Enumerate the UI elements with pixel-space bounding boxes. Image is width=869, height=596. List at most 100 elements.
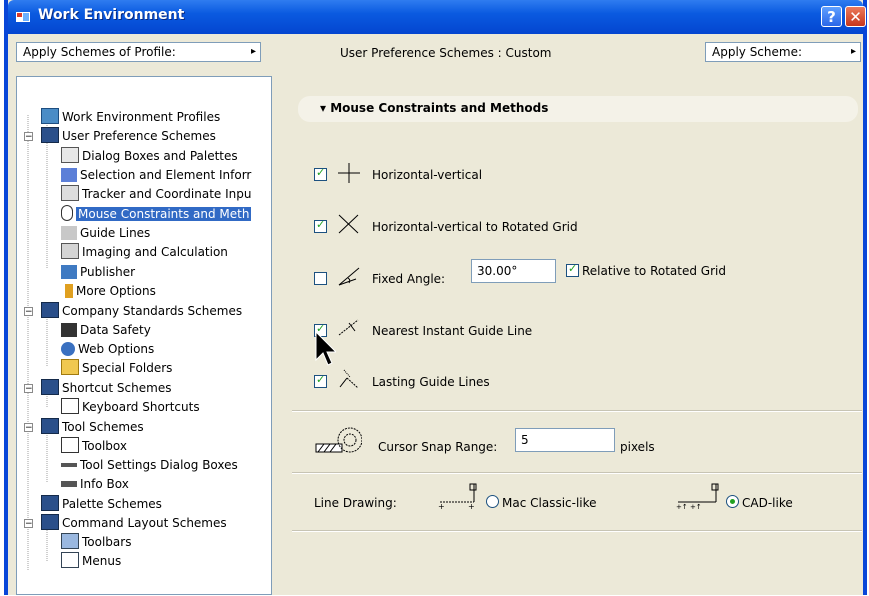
tree-item-toolbars[interactable]: Toolbars xyxy=(61,533,131,551)
tree-item-info-box[interactable]: Info Box xyxy=(61,475,129,493)
cursor-snap-unit: pixels xyxy=(620,440,655,454)
preference-scheme-label: User Preference Schemes : Custom xyxy=(340,46,552,60)
fixed-angle-input[interactable]: 30.00° xyxy=(471,259,556,283)
settings-panel: ▾ Mouse Constraints and Methods Horizont… xyxy=(280,76,863,595)
tree-item-label: Publisher xyxy=(80,265,136,279)
lasting-guide-lines-checkbox[interactable] xyxy=(314,373,327,388)
tree-item-guide-lines[interactable]: Guide Lines xyxy=(61,224,150,242)
tree-item-tool-settings[interactable]: Tool Settings Dialog Boxes xyxy=(61,456,238,474)
cursor-snap-label: Cursor Snap Range: xyxy=(378,440,498,454)
imaging-icon xyxy=(61,243,79,259)
tree-item-label: More Options xyxy=(76,284,156,298)
apply-profile-label: Apply Schemes of Profile: xyxy=(23,45,176,59)
tree-item-company[interactable]: Company Standards Schemes xyxy=(41,302,242,320)
section-divider xyxy=(292,472,862,474)
tree-item-label: Guide Lines xyxy=(80,226,151,240)
folder-icon xyxy=(61,359,79,375)
profiles-icon xyxy=(41,108,59,124)
tree-item-label: Tool Settings Dialog Boxes xyxy=(80,458,238,472)
tree-item-label: Dialog Boxes and Palettes xyxy=(82,149,238,163)
tree-item-shortcut[interactable]: Shortcut Schemes xyxy=(41,379,171,397)
nearest-guide-line-icon xyxy=(338,319,359,336)
cad-like-label: CAD-like xyxy=(742,496,793,510)
tree-item-publisher[interactable]: Publisher xyxy=(61,263,135,281)
tree-item-more-options[interactable]: More Options xyxy=(61,282,156,300)
tree-item-command[interactable]: Command Layout Schemes xyxy=(41,514,227,532)
globe-icon xyxy=(61,342,75,356)
command-icon xyxy=(41,514,59,530)
tree-item-label: Toolbox xyxy=(82,439,127,453)
hv-rotated-grid-checkbox[interactable] xyxy=(314,218,327,233)
section-divider xyxy=(292,410,862,412)
collapse-command-icon[interactable]: − xyxy=(24,519,33,529)
relative-rotated-grid-label: Relative to Rotated Grid xyxy=(582,264,726,278)
tree-item-keyboard[interactable]: Keyboard Shortcuts xyxy=(61,398,200,416)
data-safety-icon xyxy=(61,323,77,337)
tree-item-selection[interactable]: Selection and Element Inforr xyxy=(61,166,251,184)
profile-tree[interactable]: Work Environment Profiles − User Prefere… xyxy=(16,76,272,595)
selection-icon xyxy=(61,168,77,182)
toolbox-icon xyxy=(61,437,79,453)
svg-text:+: + xyxy=(468,502,475,510)
tree-item-label: Keyboard Shortcuts xyxy=(82,400,200,414)
mac-classic-radio[interactable] xyxy=(486,495,499,508)
tree-item-mouse[interactable]: Mouse Constraints and Meth xyxy=(61,205,252,223)
tree-item-label: Mouse Constraints and Meth xyxy=(76,207,252,221)
fixed-angle-label: Fixed Angle: xyxy=(372,272,446,286)
tree-item-imaging[interactable]: Imaging and Calculation xyxy=(61,243,228,261)
collapse-company-icon[interactable]: − xyxy=(24,307,33,317)
tree-item-user-pref[interactable]: User Preference Schemes xyxy=(41,127,216,145)
tree-item-label: Special Folders xyxy=(82,361,173,375)
collapse-shortcut-icon[interactable]: − xyxy=(24,384,33,394)
tree-item-web-options[interactable]: Web Options xyxy=(61,340,154,358)
palette-icon xyxy=(41,495,59,511)
apply-scheme-dropdown[interactable]: Apply Scheme: ▸ xyxy=(705,42,861,62)
publisher-icon xyxy=(61,265,77,279)
collapse-user-pref-icon[interactable]: − xyxy=(24,132,33,142)
horizontal-vertical-icon xyxy=(338,163,360,183)
scheme-toolbar: Apply Schemes of Profile: ▸ User Prefere… xyxy=(8,34,863,70)
dropdown-arrow-icon: ▸ xyxy=(850,46,856,57)
dropdown-arrow-icon: ▸ xyxy=(250,46,256,57)
apply-profile-dropdown[interactable]: Apply Schemes of Profile: ▸ xyxy=(16,42,261,62)
section-header[interactable]: ▾ Mouse Constraints and Methods xyxy=(298,96,858,122)
mac-classic-icon: + + xyxy=(438,483,477,510)
cursor-snap-input[interactable]: 5 xyxy=(515,428,615,452)
cad-like-radio[interactable] xyxy=(726,495,739,508)
tree-item-dialog-boxes[interactable]: Dialog Boxes and Palettes xyxy=(61,147,238,165)
apply-scheme-label: Apply Scheme: xyxy=(712,45,803,59)
tree-item-label: Selection and Element Inforr xyxy=(80,168,252,182)
tree-root[interactable]: Work Environment Profiles xyxy=(41,108,220,126)
tree-item-label: Shortcut Schemes xyxy=(62,381,172,395)
lasting-guide-lines-label: Lasting Guide Lines xyxy=(372,375,490,389)
guide-lines-icon xyxy=(61,226,77,240)
svg-text:+: + xyxy=(438,502,445,510)
cursor-snap-icon xyxy=(315,427,362,453)
title-bar[interactable]: Work Environment ? ✕ xyxy=(8,0,866,34)
company-icon xyxy=(41,302,59,318)
tree-item-label: Data Safety xyxy=(80,323,151,337)
tree-item-tool-schemes[interactable]: Tool Schemes xyxy=(41,418,144,436)
horizontal-vertical-checkbox[interactable] xyxy=(314,166,327,181)
help-button[interactable]: ? xyxy=(821,6,842,27)
tree-item-special-folders[interactable]: Special Folders xyxy=(61,359,172,377)
tree-item-label: Toolbars xyxy=(82,535,132,549)
relative-rotated-grid-checkbox[interactable] xyxy=(566,262,579,277)
close-button[interactable]: ✕ xyxy=(845,6,866,27)
tree-item-label: Tracker and Coordinate Inpu xyxy=(82,187,252,201)
collapse-tool-schemes-icon[interactable]: − xyxy=(24,423,33,433)
section-title: ▾ Mouse Constraints and Methods xyxy=(320,101,549,115)
rotated-grid-icon xyxy=(338,214,359,234)
tree-item-palette[interactable]: Palette Schemes xyxy=(41,495,162,513)
tree-item-menus[interactable]: Menus xyxy=(61,552,121,570)
tree-item-tracker[interactable]: Tracker and Coordinate Inpu xyxy=(61,185,251,203)
lasting-guide-lines-icon xyxy=(339,369,359,389)
tree-item-label: Info Box xyxy=(80,477,129,491)
window-title: Work Environment xyxy=(38,7,185,23)
tree-item-toolbox[interactable]: Toolbox xyxy=(61,437,127,455)
toolbars-icon xyxy=(61,533,79,549)
work-environment-window: Work Environment ? ✕ Apply Schemes of Pr… xyxy=(4,0,867,595)
dialog-boxes-icon xyxy=(61,147,79,163)
fixed-angle-checkbox[interactable] xyxy=(314,272,327,285)
tree-item-data-safety[interactable]: Data Safety xyxy=(61,321,151,339)
